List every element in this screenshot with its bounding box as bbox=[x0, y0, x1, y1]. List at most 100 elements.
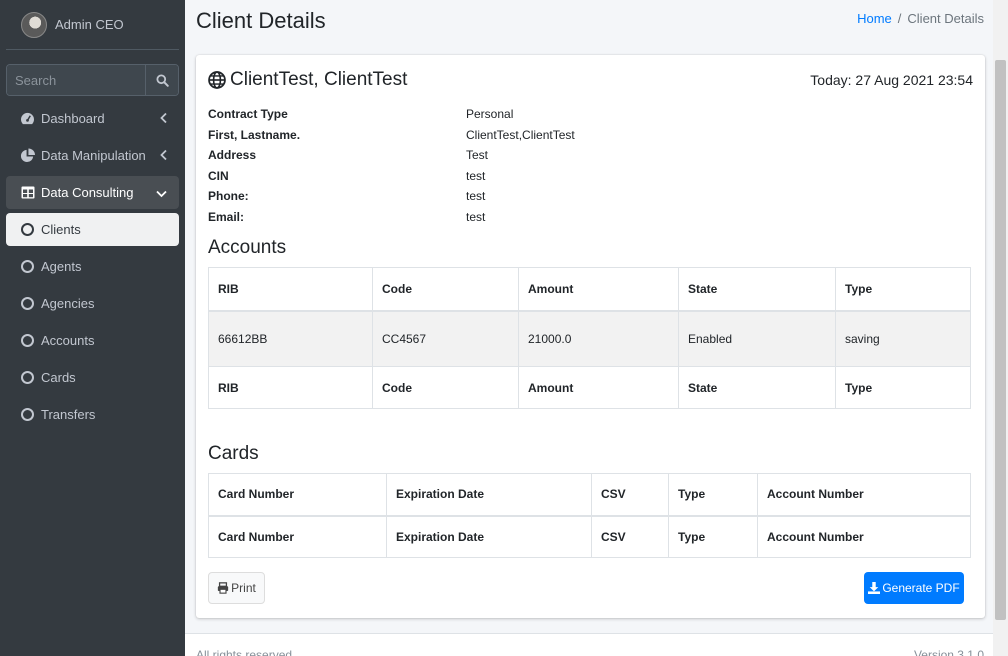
column-footer: Type bbox=[668, 515, 758, 558]
client-header: ClientTest, ClientTest bbox=[208, 69, 407, 91]
footer-version: Version 3.1.0 bbox=[913, 648, 984, 656]
sidebar-item-label: Cards bbox=[41, 370, 76, 385]
breadcrumb-home-link[interactable]: Home bbox=[857, 11, 892, 26]
circle-icon bbox=[20, 370, 35, 385]
column-header[interactable]: Amount bbox=[518, 267, 679, 312]
sidebar-item-label: Accounts bbox=[41, 333, 95, 348]
column-footer: Type bbox=[835, 366, 971, 409]
breadcrumb-current: Client Details bbox=[907, 11, 984, 26]
sidebar-item-label: Data Manipulation bbox=[41, 148, 146, 163]
sidebar-item-data-consulting[interactable]: Data Consulting bbox=[6, 176, 179, 209]
search-button[interactable] bbox=[145, 65, 178, 95]
info-label: CIN bbox=[208, 168, 229, 183]
sidebar-item-cards[interactable]: Cards bbox=[6, 361, 179, 394]
info-label: First, Lastname. bbox=[208, 127, 301, 142]
scrollbar-thumb[interactable] bbox=[995, 60, 1006, 620]
sidebar-item-agencies[interactable]: Agencies bbox=[6, 287, 179, 320]
column-footer: Expiration Date bbox=[386, 515, 592, 558]
download-icon bbox=[868, 582, 881, 594]
info-value: Personal bbox=[466, 107, 514, 122]
info-row-contract-type: Contract Type Personal bbox=[208, 104, 575, 125]
column-header[interactable]: Type bbox=[668, 473, 758, 517]
tachometer-icon bbox=[20, 111, 35, 126]
column-footer: State bbox=[678, 366, 836, 409]
table-cell: CC4567 bbox=[372, 310, 519, 367]
column-header[interactable]: Expiration Date bbox=[386, 473, 592, 517]
info-label: Contract Type bbox=[208, 107, 288, 122]
info-row-address: Address Test bbox=[208, 145, 575, 166]
table-header-row: RIB Code Amount State Type bbox=[208, 267, 971, 312]
client-info: Contract Type Personal First, Lastname. … bbox=[208, 104, 575, 227]
info-label: Address bbox=[208, 148, 257, 163]
info-row-phone: Phone: test bbox=[208, 186, 575, 207]
table-cell: Enabled bbox=[678, 310, 836, 367]
circle-icon bbox=[20, 296, 35, 311]
sidebar-item-dashboard[interactable]: Dashboard bbox=[6, 102, 179, 135]
column-header[interactable]: Code bbox=[372, 267, 519, 312]
table-icon bbox=[20, 185, 35, 200]
info-value: ClientTest,ClientTest bbox=[466, 127, 575, 142]
sidebar-item-agents[interactable]: Agents bbox=[6, 250, 179, 283]
chevron-left-icon bbox=[160, 148, 167, 163]
column-footer: Amount bbox=[518, 366, 679, 409]
info-row-email: Email: test bbox=[208, 207, 575, 228]
sidebar-item-transfers[interactable]: Transfers bbox=[6, 398, 179, 431]
info-row-name: First, Lastname. ClientTest,ClientTest bbox=[208, 125, 575, 146]
info-value: Test bbox=[466, 148, 489, 163]
sidebar-item-data-manipulation[interactable]: Data Manipulation bbox=[6, 139, 179, 172]
chevron-left-icon bbox=[160, 111, 167, 126]
info-label: Phone: bbox=[208, 189, 249, 204]
footer: All rights reserved. Version 3.1.0 bbox=[185, 633, 1008, 656]
circle-icon bbox=[20, 333, 35, 348]
today-date: Today: 27 Aug 2021 23:54 bbox=[810, 72, 973, 88]
sidebar-item-label: Clients bbox=[41, 222, 81, 237]
search-input[interactable] bbox=[7, 65, 145, 95]
table-cell: saving bbox=[835, 310, 971, 367]
client-details-card: ClientTest, ClientTest Today: 27 Aug 202… bbox=[196, 55, 985, 618]
circle-icon bbox=[20, 259, 35, 274]
breadcrumb: Home / Client Details bbox=[857, 11, 984, 26]
column-header[interactable]: State bbox=[678, 267, 836, 312]
sidebar-item-label: Dashboard bbox=[41, 111, 105, 126]
table-cell: 21000.0 bbox=[518, 310, 679, 367]
accounts-title: Accounts bbox=[208, 237, 287, 258]
page-scrollbar[interactable] bbox=[993, 0, 1008, 656]
info-value: test bbox=[466, 189, 486, 204]
info-label: Email: bbox=[208, 209, 245, 224]
breadcrumb-separator: / bbox=[897, 11, 902, 26]
footer-copyright: All rights reserved. bbox=[196, 648, 296, 656]
search-icon bbox=[155, 73, 169, 87]
sidebar-item-accounts[interactable]: Accounts bbox=[6, 324, 179, 357]
client-name: ClientTest, ClientTest bbox=[230, 69, 408, 90]
column-footer: RIB bbox=[208, 366, 373, 409]
pie-chart-icon bbox=[20, 148, 35, 163]
sidebar-item-label: Transfers bbox=[41, 407, 96, 422]
column-header[interactable]: RIB bbox=[208, 267, 373, 312]
print-button[interactable]: Print bbox=[208, 572, 265, 604]
column-header[interactable]: Type bbox=[835, 267, 971, 312]
column-header[interactable]: Card Number bbox=[208, 473, 387, 517]
user-name[interactable]: Admin CEO bbox=[55, 17, 124, 32]
info-value: test bbox=[466, 209, 486, 224]
print-label: Print bbox=[231, 581, 256, 595]
column-footer: Code bbox=[372, 366, 519, 409]
sidebar-item-label: Data Consulting bbox=[41, 185, 134, 200]
column-header[interactable]: Account Number bbox=[757, 473, 971, 517]
avatar bbox=[21, 11, 47, 38]
main-content: Client Details Home / Client Details Clien… bbox=[185, 0, 1008, 656]
sidebar-item-label: Agencies bbox=[41, 296, 95, 311]
table-row[interactable]: 66612BB CC4567 21000.0 Enabled saving bbox=[208, 310, 971, 367]
search-box bbox=[6, 64, 179, 96]
column-footer: CSV bbox=[591, 515, 669, 558]
sidebar-item-clients[interactable]: Clients bbox=[6, 213, 179, 246]
generate-pdf-label: Generate PDF bbox=[882, 581, 960, 595]
column-header[interactable]: CSV bbox=[591, 473, 669, 517]
sidebar: Admin CEO Dashboard Data Manipulation Da bbox=[0, 0, 185, 656]
accounts-table: RIB Code Amount State Type 66612BB CC456… bbox=[208, 267, 971, 409]
print-icon bbox=[218, 582, 229, 594]
globe-icon bbox=[208, 71, 226, 89]
user-panel[interactable]: Admin CEO bbox=[6, 0, 179, 50]
circle-icon bbox=[20, 222, 35, 237]
table-footer-row: Card Number Expiration Date CSV Type Acc… bbox=[208, 515, 971, 558]
generate-pdf-button[interactable]: Generate PDF bbox=[864, 572, 964, 604]
